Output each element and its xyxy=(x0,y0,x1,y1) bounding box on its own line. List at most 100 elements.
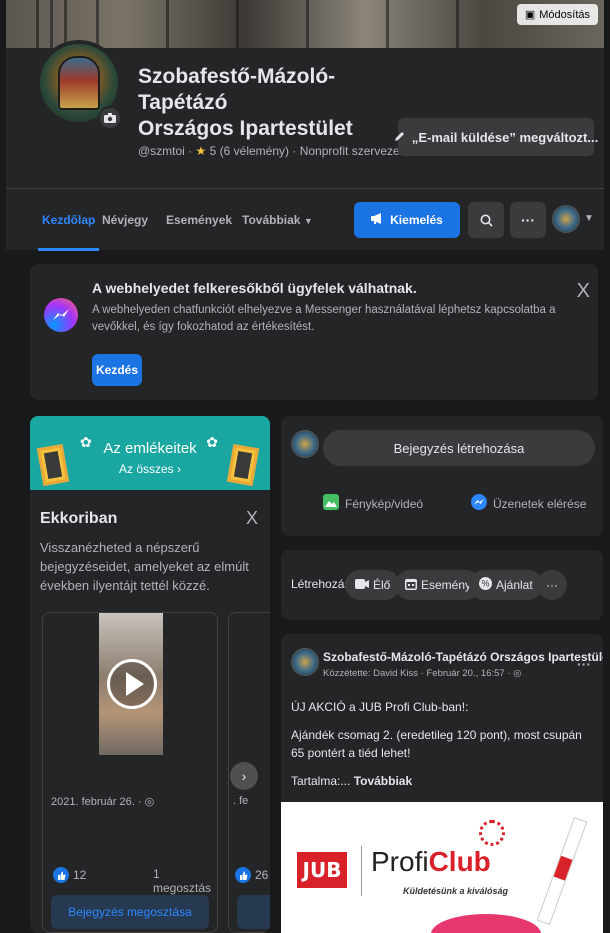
camera-icon[interactable] xyxy=(98,106,122,130)
tab-more[interactable]: Továbbiak ▼ xyxy=(242,189,313,251)
post-meta-text: Közzétette: David Kiss · Február 20., 16… xyxy=(323,668,511,679)
product-illustration xyxy=(431,914,541,933)
messenger-icon xyxy=(471,494,487,513)
memory-date: 2021. február 26. · ◎ xyxy=(51,795,154,808)
tab-events[interactable]: Események xyxy=(166,189,232,251)
share-post-button[interactable]: Bejegyzés megosztása xyxy=(51,895,209,929)
close-icon[interactable]: X xyxy=(577,280,590,303)
offer-label: Ajánlat xyxy=(496,578,533,592)
live-video-icon xyxy=(355,578,369,593)
camera-icon: ▣ xyxy=(524,9,536,21)
page-header: Szobafestő-Mázoló-Tapétázó Országos Ipar… xyxy=(6,40,604,188)
logo-dots xyxy=(479,820,505,846)
photo-video-button[interactable]: Fénykép/videó xyxy=(323,494,423,513)
megaphone-icon xyxy=(371,213,384,227)
page-handle: @szmtoi xyxy=(138,144,185,158)
post-image[interactable]: JUB ProfiClub Küldetésünk a kiválóság xyxy=(281,802,603,933)
profi-text: Profi xyxy=(371,846,429,877)
offer-button[interactable]: % Ajánlat xyxy=(469,570,543,600)
create-post-input[interactable]: Bejegyzés létrehozása xyxy=(323,430,595,466)
live-button[interactable]: Élő xyxy=(345,570,401,600)
like-icon xyxy=(53,867,69,883)
post-text-line: Ajándék csomag 2. (eredetileg 120 pont),… xyxy=(291,728,582,760)
memories-card: ✿ ✿ Az emlékeitek Az összes › Ekkoriban … xyxy=(30,416,270,933)
svg-text:%: % xyxy=(481,579,489,589)
page-category[interactable]: Nonprofit szervezet xyxy=(300,144,403,158)
messenger-icon xyxy=(44,298,78,332)
search-button[interactable] xyxy=(468,202,504,238)
event-label: Esemény xyxy=(421,578,472,592)
ellipsis-icon: ··· xyxy=(546,578,558,592)
memories-see-all-link[interactable]: Az összes › xyxy=(30,462,270,476)
promote-button[interactable]: Kiemelés xyxy=(354,202,460,238)
photo-icon xyxy=(323,494,339,513)
email-button[interactable]: „E-mail küldése” megváltozt... xyxy=(394,118,598,156)
share-count[interactable]: 1 megosztás xyxy=(153,867,217,895)
post-text-line: ÚJ AKCIÓ a JUB Profi Club-ban!: xyxy=(291,700,469,714)
create-post-card: Bejegyzés létrehozása Fénykép/videó Üzen… xyxy=(281,416,603,536)
memory-date-text: 2021. február 26. · xyxy=(51,796,142,808)
like-icon xyxy=(235,867,251,883)
chevron-right-icon[interactable]: › xyxy=(230,762,258,790)
avatar[interactable] xyxy=(291,648,319,676)
ellipsis-icon[interactable]: ··· xyxy=(577,656,591,672)
profile-picture[interactable] xyxy=(36,40,122,170)
ellipsis-icon: ··· xyxy=(521,212,535,228)
page-rating[interactable]: 5 (6 vélemény) xyxy=(210,144,289,158)
page-meta: @szmtoi · ★ 5 (6 vélemény) · Nonprofit s… xyxy=(138,144,404,158)
tab-about[interactable]: Névjegy xyxy=(102,189,148,251)
messages-label: Üzenetek elérése xyxy=(493,496,587,511)
post-card: Szobafestő-Mázoló-Tapétázó Országos Ipar… xyxy=(281,634,603,933)
memories-heading: Ekkoriban xyxy=(40,510,118,527)
edit-cover-button[interactable]: ▣ Módosítás xyxy=(516,4,598,25)
photo-video-label: Fénykép/videó xyxy=(345,496,424,511)
messenger-promo-title: A webhelyedet felkeresőkből ügyfelek vál… xyxy=(92,280,417,296)
star-icon: ★ xyxy=(195,144,207,158)
post-meta: Közzétette: David Kiss · Február 20., 16… xyxy=(323,668,521,679)
messenger-promo-text: A webhelyeden chatfunkciót elhelyezve a … xyxy=(92,304,556,333)
tab-home[interactable]: Kezdőlap xyxy=(37,189,100,251)
page-title-line2: Országos Ipartestület xyxy=(138,117,353,140)
pen-illustration xyxy=(536,816,588,926)
share-post-button[interactable] xyxy=(237,895,270,929)
play-icon[interactable] xyxy=(107,659,157,709)
live-label: Élő xyxy=(373,578,391,592)
more-options-button[interactable]: ··· xyxy=(537,570,567,600)
memory-item[interactable]: 2021. február 26. · ◎ 12 1 megosztás Bej… xyxy=(42,612,218,933)
calendar-icon xyxy=(405,578,417,593)
caret-down-icon: ▼ xyxy=(303,216,313,226)
memory-date: . fe xyxy=(233,795,249,807)
messenger-promo-card: A webhelyedet felkeresőkből ügyfelek vál… xyxy=(30,264,598,400)
club-text: Club xyxy=(428,846,491,877)
search-icon xyxy=(480,214,493,227)
messages-button[interactable]: Üzenetek elérése xyxy=(471,494,586,513)
tagline: Küldetésünk a kiválóság xyxy=(403,886,509,896)
page-title-line1: Szobafestő-Mázoló-Tapétázó xyxy=(138,65,336,114)
page-title: Szobafestő-Mázoló-Tapétázó Országos Ipar… xyxy=(138,64,398,142)
post-author[interactable]: Szobafestő-Mázoló-Tapétázó Országos Ipar… xyxy=(323,650,603,664)
more-options-button[interactable]: ··· xyxy=(510,202,546,238)
globe-icon: ◎ xyxy=(513,668,522,679)
close-icon[interactable]: X xyxy=(246,508,258,529)
see-more-link[interactable]: Továbbiak xyxy=(354,774,412,788)
globe-icon: ◎ xyxy=(144,796,155,808)
tab-more-label: Továbbiak xyxy=(242,213,301,227)
create-label: Létrehozás xyxy=(291,577,351,591)
like-count[interactable]: 26 xyxy=(255,868,268,882)
memories-title: Az emlékeitek xyxy=(103,440,197,457)
post-text-prefix: Tartalma:... xyxy=(291,774,354,788)
caret-down-icon[interactable]: ▼ xyxy=(584,213,594,224)
avatar xyxy=(291,430,319,458)
profi-club-logo: ProfiClub xyxy=(371,846,491,878)
like-count[interactable]: 12 xyxy=(73,868,86,882)
post-text-line: Tartalma:... Továbbiak xyxy=(291,772,595,790)
facebook-page: ▣ Módosítás Szobafestő-Mázoló-Tapétázó O… xyxy=(6,0,604,933)
jub-logo: JUB xyxy=(297,852,347,888)
edit-cover-label: Módosítás xyxy=(539,8,590,21)
memories-banner[interactable]: ✿ ✿ Az emlékeitek Az összes › xyxy=(30,416,270,490)
start-button[interactable]: Kezdés xyxy=(92,354,142,386)
memories-description: Visszanézheted a népszerű bejegyzéseidet… xyxy=(40,540,249,593)
email-button-label: „E-mail küldése” megváltozt... xyxy=(411,129,599,145)
create-options-card: Létrehozás Élő Esemény % Ajánlat ··· xyxy=(281,550,603,620)
avatar[interactable] xyxy=(552,205,580,233)
